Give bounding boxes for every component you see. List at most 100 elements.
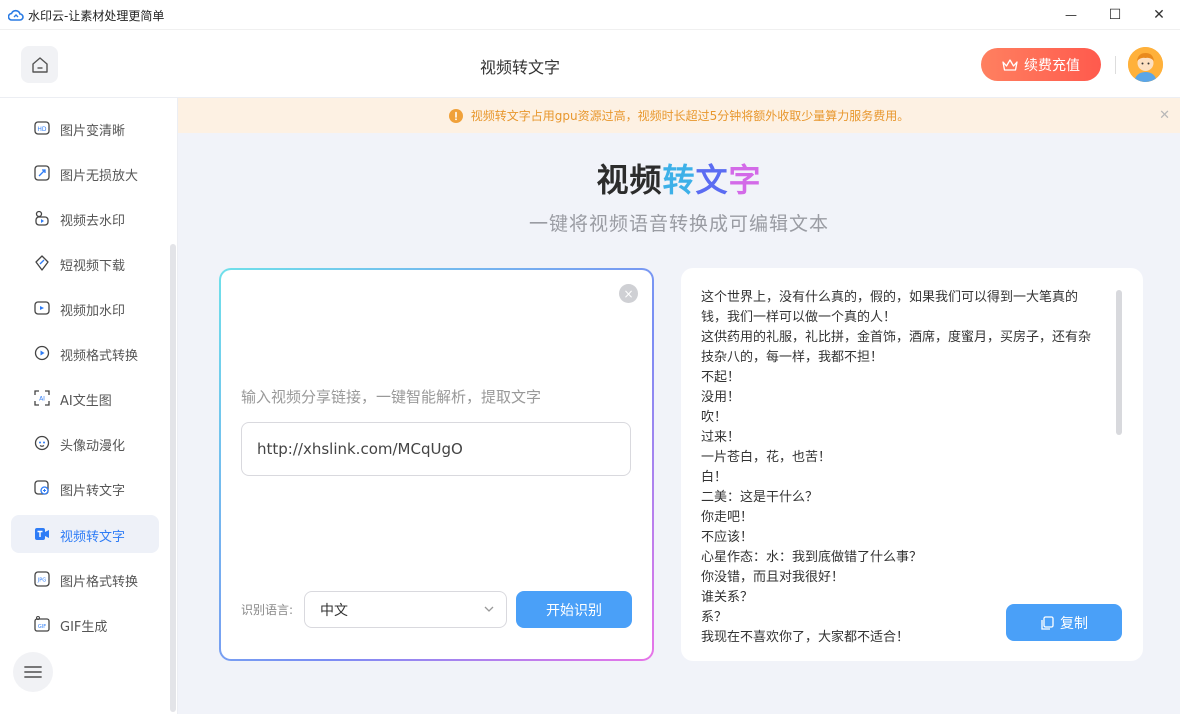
sidebar-item-label: 视频转文字 [60,530,126,545]
sidebar-item-image-enhance[interactable]: HD 图片变清晰 [11,109,159,147]
avatar-anime-icon [34,435,50,451]
svg-text:AI: AI [39,396,45,403]
copy-icon [1041,615,1054,630]
link-input-card: × 输入视频分享链接，一键智能解析，提取文字 http://xhslink.co… [219,268,654,661]
app-header: 视频转文字 续费充值 [0,30,1180,98]
sidebar-item-label: 视频加水印 [60,304,126,319]
sidebar-item-ai-image[interactable]: AI AI文生图 [11,379,159,417]
result-line: 不应该！ [701,530,754,545]
hero-subtitle: 一键将视频语音转换成可编辑文本 [528,213,829,235]
result-line: 白！ [701,470,728,485]
gif-icon: GIF [34,616,50,632]
video-url-input[interactable]: http://xhslink.com/MCqUgO [241,422,631,476]
result-line: 过来！ [701,430,741,445]
close-icon: ✕ [1153,7,1165,23]
header-divider [1115,56,1116,74]
sidebar-item-label: 头像动漫化 [60,439,126,454]
sidebar-item-image-to-text[interactable]: 图片转文字 [11,469,159,507]
copy-label: 复制 [1060,615,1088,632]
minimize-icon: — [1065,8,1077,22]
sidebar-item-label: 视频去水印 [60,214,126,229]
sidebar-item-image-format[interactable]: JPG 图片格式转换 [11,560,159,598]
image-format-icon: JPG [34,571,50,587]
sidebar-item-image-upscale[interactable]: 图片无损放大 [11,154,159,192]
user-avatar-icon [1128,47,1163,82]
video-watermark-remove-icon [35,210,49,226]
sidebar-item-label: GIF生成 [60,620,108,635]
result-line: 这供药用的礼服，礼比拼，金首饰，酒席，度蜜月，买房子，还有杂 [701,330,1092,345]
result-text[interactable]: 这个世界上，没有什么真的，假的，如果我们可以得到一大笔真的 钱，我们一样可以做一个… [701,288,1115,648]
hd-icon: HD [34,121,50,135]
sidebar-item-video-add-watermark[interactable]: 视频加水印 [11,289,159,327]
ai-image-icon: AI [34,390,50,406]
hero-title-part: 字 [728,161,762,199]
image-to-text-icon [34,480,49,495]
main-content: 视频转文字占用gpu资源过高，视频时长超过5分钟将额外收取少量算力服务费用。 ✕… [178,98,1180,714]
minimize-button[interactable]: — [1048,0,1094,30]
language-value: 中文 [320,602,348,619]
recharge-button[interactable]: 续费充值 [981,48,1101,81]
sidebar-item-gif[interactable]: GIF GIF生成 [11,605,159,643]
result-line: 吹！ [701,410,728,425]
clear-button[interactable]: × [619,284,638,303]
hamburger-menu-icon [24,666,42,678]
result-scrollbar[interactable] [1116,290,1122,435]
result-line: 不起！ [701,370,741,385]
video-format-icon [34,345,50,361]
sidebar-item-label: AI文生图 [60,394,112,409]
result-line: 技杂八的，每一样，我都不担！ [701,350,884,365]
cloud-logo-icon [8,9,24,21]
crown-icon [1002,58,1018,71]
copy-button[interactable]: 复制 [1006,604,1122,641]
svg-text:GIF: GIF [38,624,46,630]
sidebar-item-video-watermark-remove[interactable]: 视频去水印 [11,199,159,237]
language-select[interactable]: 中文 [304,591,507,628]
svg-text:HD: HD [37,126,47,133]
zoom-expand-icon [34,165,50,181]
svg-text:JPG: JPG [37,578,46,584]
maximize-button[interactable]: ☐ [1092,0,1138,30]
result-card: 这个世界上，没有什么真的，假的，如果我们可以得到一大笔真的 钱，我们一样可以做一个… [681,268,1143,661]
sidebar-item-label: 图片格式转换 [60,575,139,590]
close-icon: × [623,286,634,301]
sidebar-item-label: 图片无损放大 [60,169,139,184]
sidebar-item-label: 视频格式转换 [60,349,139,364]
recharge-label: 续费充值 [1024,57,1080,74]
sidebar-scrollbar[interactable] [170,244,176,712]
close-window-button[interactable]: ✕ [1136,0,1180,30]
short-video-download-icon [35,255,49,271]
avatar[interactable] [1128,47,1163,82]
sidebar-item-video-to-text[interactable]: 视频转文字 [11,515,159,553]
maximize-icon: ☐ [1108,7,1122,23]
chevron-down-icon [484,606,494,612]
sidebar-item-video-format[interactable]: 视频格式转换 [11,334,159,372]
video-to-text-icon [35,528,49,540]
notice-close-icon[interactable]: ✕ [1159,108,1170,123]
start-recognition-button[interactable]: 开始识别 [516,591,632,628]
result-line: 这个世界上，没有什么真的，假的，如果我们可以得到一大笔真的 [701,290,1079,305]
input-hint: 输入视频分享链接，一键智能解析，提取文字 [241,388,542,406]
notice-banner: 视频转文字占用gpu资源过高，视频时长超过5分钟将额外收取少量算力服务费用。 ✕ [178,98,1180,133]
result-line: 你走吧！ [701,510,754,525]
page-title: 视频转文字 [479,58,560,77]
result-line: 钱，我们一样可以做一个真的人！ [701,310,897,325]
app-title: 水印云-让素材处理更简单 [28,9,165,23]
sidebar: HD 图片变清晰 图片无损放大 视频去水印 短视频下载 视频加水印 视频格式转换… [0,98,178,714]
sidebar-item-avatar-anime[interactable]: 头像动漫化 [11,424,159,462]
menu-button[interactable] [13,652,53,692]
result-line: 心星作态：水：我到底做错了什么事？ [701,550,923,565]
sidebar-item-label: 图片变清晰 [60,124,126,139]
notice-text: 视频转文字占用gpu资源过高，视频时长超过5分钟将额外收取少量算力服务费用。 [470,109,910,123]
language-label: 识别语言: [241,603,294,617]
hero-title: 视频转文字 [178,155,1180,201]
result-line: 你没错，而且对我很好！ [701,570,845,585]
result-line: 没用！ [701,390,741,405]
window-titlebar: 水印云-让素材处理更简单 — ☐ ✕ [0,0,1180,30]
hero-title-part: 文 [695,161,729,199]
result-line: 二美：这是干什么？ [701,490,819,505]
hero-title-part: 转 [662,161,696,199]
result-line: 一片苍白，花，也苦！ [701,450,832,465]
hero-title-part: 视频 [596,161,663,199]
video-add-watermark-icon [34,301,50,315]
sidebar-item-short-video-download[interactable]: 短视频下载 [11,244,159,282]
